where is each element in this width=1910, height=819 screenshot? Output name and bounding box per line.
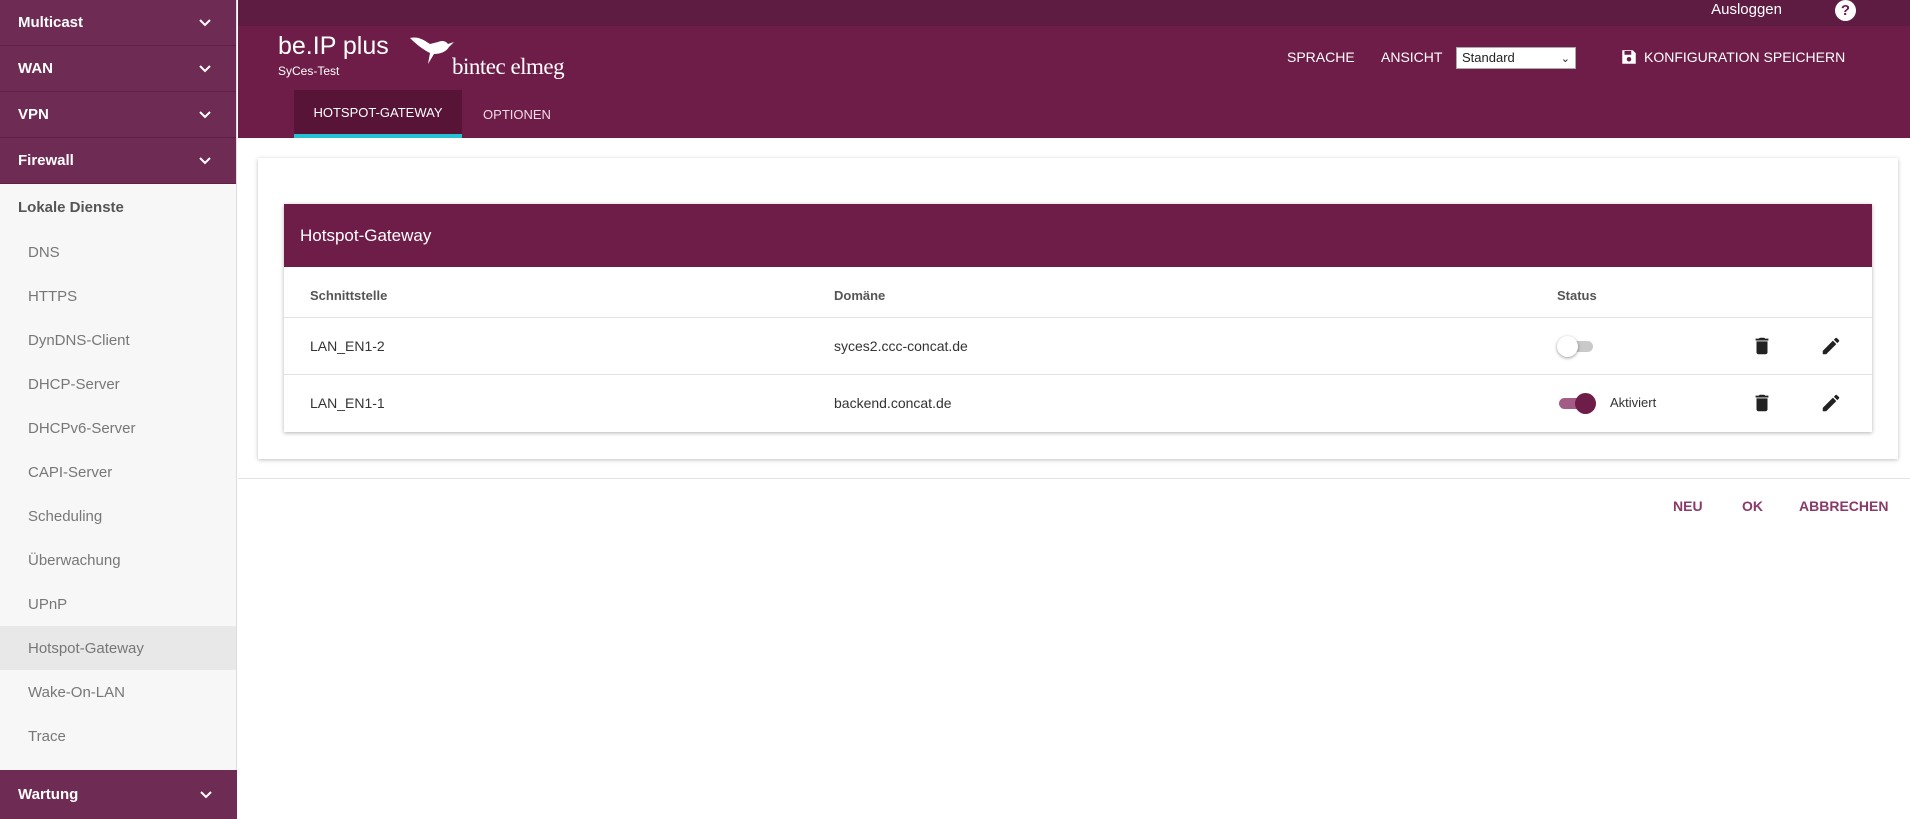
table-row: LAN_EN1-2 syces2.ccc-concat.de (284, 317, 1872, 374)
tab-label: OPTIONEN (483, 106, 551, 122)
sidebar-group-label: Wartung (18, 786, 79, 803)
sidebar-item-dhcp-server[interactable]: DHCP-Server (0, 362, 236, 406)
chevron-down-icon: ⌄ (1560, 53, 1570, 65)
trash-icon (1755, 394, 1769, 412)
top-bar: Ausloggen ? (238, 0, 1910, 26)
tab-hotspot-gateway[interactable]: HOTSPOT-GATEWAY (294, 90, 462, 138)
domain-cell: backend.concat.de (834, 395, 952, 411)
view-label: ANSICHT (1381, 49, 1443, 65)
header: be.IP plus SyCes-Test bintec elmeg SPRAC… (238, 26, 1910, 138)
domain-cell: syces2.ccc-concat.de (834, 338, 968, 354)
sidebar-item-ueberwachung[interactable]: Überwachung (0, 538, 236, 582)
sidebar-group-label: Multicast (18, 14, 84, 31)
column-header-status: Status (1557, 288, 1597, 303)
sidebar-group-wartung[interactable]: Wartung (0, 770, 237, 819)
sidebar-item-scheduling[interactable]: Scheduling (0, 494, 236, 538)
sidebar-item-dns[interactable]: DNS (0, 230, 236, 274)
chevron-down-icon (199, 156, 211, 164)
sidebar-item-trace[interactable]: Trace (0, 714, 236, 758)
cancel-button[interactable]: ABBRECHEN (1799, 498, 1888, 514)
sidebar-group-multicast[interactable]: Multicast (0, 0, 236, 46)
save-config-button[interactable]: KONFIGURATION SPEICHERN (1620, 48, 1845, 66)
chevron-down-icon (199, 110, 211, 118)
sidebar-group-label: VPN (18, 106, 49, 123)
chevron-down-icon (200, 790, 212, 798)
language-menu[interactable]: SPRACHE (1287, 49, 1355, 65)
sidebar: Multicast WAN VPN Firewall Lokale Dienst… (0, 0, 237, 819)
edit-button[interactable] (1820, 335, 1842, 357)
delete-button[interactable] (1751, 335, 1773, 357)
trash-icon (1755, 337, 1769, 355)
sidebar-item-dyndns-client[interactable]: DynDNS-Client (0, 318, 236, 362)
sidebar-item-https[interactable]: HTTPS (0, 274, 236, 318)
sidebar-group-vpn[interactable]: VPN (0, 92, 236, 138)
toggle-knob (1557, 336, 1578, 357)
sidebar-item-dhcpv6-server[interactable]: DHCPv6-Server (0, 406, 236, 450)
logout-link[interactable]: Ausloggen (1711, 0, 1782, 19)
device-name: SyCes-Test (278, 64, 340, 78)
table-title: Hotspot-Gateway (284, 204, 1872, 267)
divider (238, 478, 1910, 479)
chevron-down-icon (199, 64, 211, 72)
help-icon[interactable]: ? (1835, 0, 1856, 21)
sidebar-group-firewall[interactable]: Firewall (0, 138, 236, 184)
interface-cell: LAN_EN1-2 (310, 338, 385, 354)
sidebar-item-hotspot-gateway[interactable]: Hotspot-Gateway (0, 626, 236, 670)
chevron-down-icon (199, 18, 211, 26)
new-button[interactable]: NEU (1673, 498, 1703, 514)
sidebar-group-label: WAN (18, 60, 53, 77)
hotspot-gateway-table: Hotspot-Gateway Schnittstelle Domäne Sta… (284, 204, 1872, 432)
toggle-knob (1575, 393, 1596, 414)
hummingbird-icon (410, 37, 454, 64)
floppy-disk-icon (1622, 50, 1636, 64)
interface-cell: LAN_EN1-1 (310, 395, 385, 411)
brand-logo: bintec elmeg (408, 32, 565, 79)
view-select[interactable]: Standard ⌄ (1456, 47, 1576, 69)
save-config-label: KONFIGURATION SPEICHERN (1644, 49, 1846, 65)
logo-text: bintec elmeg (452, 54, 565, 79)
sidebar-item-wake-on-lan[interactable]: Wake-On-LAN (0, 670, 236, 714)
status-text: Aktiviert (1610, 395, 1657, 410)
delete-button[interactable] (1751, 392, 1773, 414)
product-title: be.IP plus (278, 32, 389, 60)
column-header-domain: Domäne (834, 288, 886, 303)
sidebar-section-lokale-dienste[interactable]: Lokale Dienste (0, 184, 236, 230)
sidebar-group-label: Firewall (18, 152, 74, 169)
sidebar-item-upnp[interactable]: UPnP (0, 582, 236, 626)
tab-optionen[interactable]: OPTIONEN (462, 90, 572, 138)
view-select-value: Standard (1462, 50, 1515, 65)
status-toggle[interactable] (1557, 393, 1596, 414)
table-row: LAN_EN1-1 backend.concat.de Aktiviert (284, 374, 1872, 431)
ok-button[interactable]: OK (1742, 498, 1763, 514)
column-header-interface: Schnittstelle (310, 288, 388, 303)
sidebar-group-wan[interactable]: WAN (0, 46, 236, 92)
pencil-icon (1822, 337, 1840, 355)
pencil-icon (1822, 394, 1840, 412)
sidebar-item-capi-server[interactable]: CAPI-Server (0, 450, 236, 494)
status-toggle[interactable] (1557, 336, 1595, 357)
tab-label: HOTSPOT-GATEWAY (313, 104, 443, 120)
edit-button[interactable] (1820, 392, 1842, 414)
